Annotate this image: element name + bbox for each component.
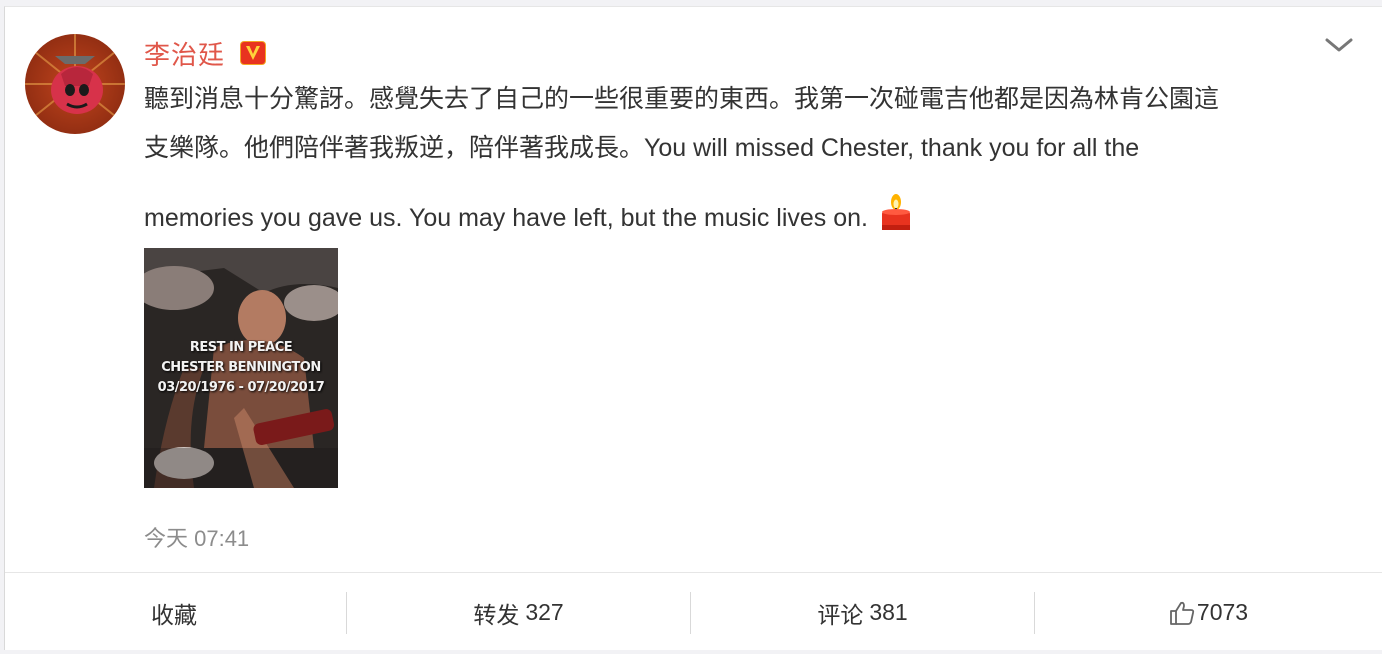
verified-v-icon[interactable]	[239, 40, 267, 66]
candle-icon	[882, 194, 910, 230]
thumbs-up-icon	[1170, 601, 1195, 625]
post-photo[interactable]: REST IN PEACE CHESTER BENNINGTON 03/20/1…	[144, 248, 338, 488]
post-text-line-1: 聽到消息十分驚訝。感覺失去了自己的一些很重要的東西。我第一次碰電吉他都是因為林肯…	[144, 85, 1220, 113]
post-timestamp[interactable]: 今天 07:41	[144, 521, 249, 553]
repost-button[interactable]: 转发 327	[347, 573, 690, 652]
post-text-line-2: 支樂隊。他們陪伴著我叛逆，陪伴著我成長。You will missed Ches…	[144, 134, 1140, 162]
like-count: 7073	[1196, 599, 1249, 625]
comment-count: 381	[869, 599, 908, 625]
username-row: 李治廷	[144, 35, 267, 71]
post-text: 聽到消息十分驚訝。感覺失去了自己的一些很重要的東西。我第一次碰電吉他都是因為林肯…	[144, 84, 1364, 233]
username-link[interactable]: 李治廷	[144, 35, 225, 72]
photo-caption-line-1: REST IN PEACE	[189, 340, 293, 355]
chevron-down-icon[interactable]	[1324, 35, 1354, 55]
post-text-line-3: memories you gave us. You may have left,…	[144, 192, 1364, 233]
repost-label: 转发	[473, 601, 520, 628]
repost-count: 327	[525, 599, 564, 625]
comment-label: 评论	[817, 601, 864, 628]
weibo-post-card: 李治廷 聽到消息十分驚訝。感覺失去了自己的一些很重要的東西。我第一次碰電吉他都是…	[4, 6, 1382, 650]
action-bar: 收藏 转发 327 评论 381 7073	[5, 572, 1382, 652]
post-text-line-3-text: memories you gave us. You may have left,…	[144, 204, 868, 232]
avatar[interactable]	[25, 34, 125, 134]
photo-caption-line-2: CHESTER BENNINGTON	[161, 360, 321, 375]
like-button[interactable]: 7073	[1035, 573, 1382, 652]
comment-button[interactable]: 评论 381	[691, 573, 1034, 652]
photo-caption-line-3: 03/20/1976 - 07/20/2017	[157, 380, 325, 395]
favorite-label: 收藏	[151, 601, 197, 628]
favorite-button[interactable]: 收藏	[5, 573, 346, 652]
